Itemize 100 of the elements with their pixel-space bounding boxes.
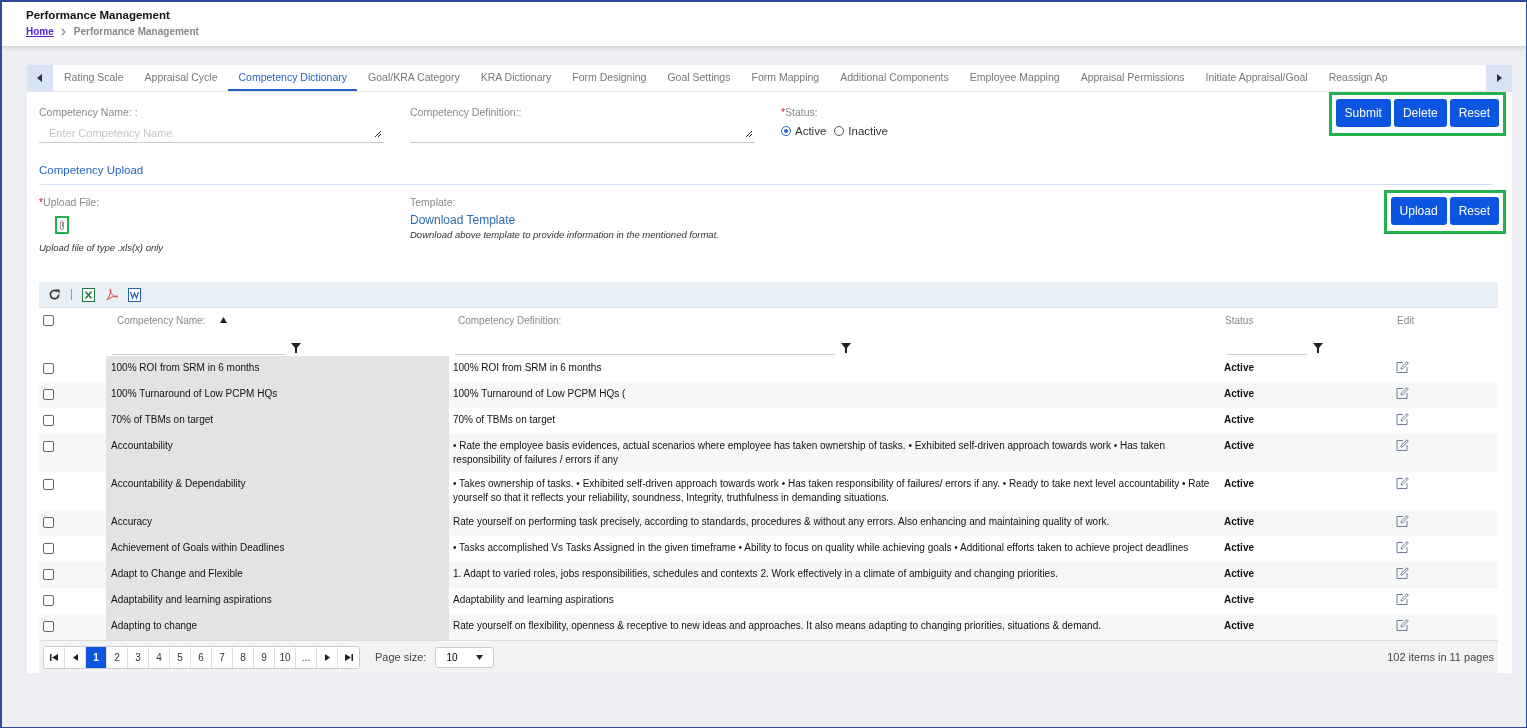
edit-icon[interactable] (1396, 567, 1409, 579)
edit-icon[interactable] (1396, 593, 1409, 605)
column-header[interactable]: Competency Name: (117, 314, 206, 326)
table-cell: 70% of TBMs on target (453, 414, 556, 425)
tab[interactable]: KRA Dictionary (469, 65, 562, 91)
field-label: Competency Name: : (39, 106, 139, 118)
field-label: Upload File: (43, 195, 100, 208)
action-button[interactable]: Submit (1335, 99, 1391, 127)
page-title: Performance Management (26, 9, 171, 21)
filter-icon[interactable] (291, 343, 301, 353)
row-checkbox[interactable] (43, 388, 54, 400)
edit-icon[interactable] (1396, 361, 1409, 373)
refresh-icon[interactable] (48, 288, 61, 301)
required-mark: * (781, 106, 786, 118)
column-header[interactable]: Competency Definition: (458, 314, 562, 326)
left-triangle-icon[interactable] (72, 653, 78, 661)
tab[interactable]: Appraisal Permissions (1069, 65, 1195, 91)
input-field[interactable]: Enter Competency Name. (39, 124, 384, 143)
tab[interactable]: Competency Dictionary (227, 65, 358, 91)
left-triangle-icon[interactable] (37, 74, 43, 82)
download-link[interactable]: Download Template (410, 212, 719, 227)
tab[interactable]: Form Designing (561, 65, 657, 91)
row-checkbox[interactable] (43, 478, 54, 490)
row-checkbox[interactable] (43, 362, 54, 374)
action-button[interactable]: Delete (1393, 99, 1447, 127)
page-button[interactable]: 1 (86, 646, 107, 668)
required-mark: * (39, 195, 44, 208)
row-checkbox[interactable] (43, 542, 54, 554)
right-triangle-icon[interactable] (1496, 74, 1502, 82)
tab[interactable]: Appraisal Cycle (133, 65, 228, 91)
table-cell: Adaptability and learning aspirations (453, 594, 614, 605)
document-icon[interactable] (128, 287, 141, 302)
action-button[interactable]: Reset (1449, 99, 1499, 127)
row-checkbox[interactable] (43, 620, 54, 632)
action-button[interactable]: Upload (1390, 196, 1447, 225)
pdf-icon[interactable] (105, 287, 118, 302)
tab[interactable]: Goal/KRA Category (357, 65, 470, 91)
first-page-icon[interactable] (50, 653, 58, 661)
last-page-icon[interactable] (344, 653, 353, 661)
section-title: Competency Upload (39, 163, 1493, 185)
column-header[interactable]: Status (1225, 314, 1254, 326)
tab[interactable]: Reassign Ap (1317, 65, 1398, 91)
edit-icon[interactable] (1396, 439, 1409, 451)
tab[interactable]: Additional Components (829, 65, 959, 91)
table-cell: Active (1224, 568, 1254, 579)
table-cell: Rate yourself on flexibility, openness & receptive to new ideas and approaches. It also means adapting to changing priorities, situations & demand. (453, 620, 1101, 631)
row-checkbox[interactable] (43, 568, 54, 580)
filter-icon[interactable] (1313, 343, 1323, 353)
right-triangle-icon[interactable] (324, 653, 330, 661)
chevron-icon (60, 27, 67, 36)
filter-icon[interactable] (841, 343, 851, 353)
table-cell: Adapt to Change and Flexible (111, 568, 243, 579)
radio-option[interactable]: Active (781, 125, 827, 137)
table-cell: 70% of TBMs on target (111, 414, 214, 425)
row-checkbox[interactable] (43, 594, 54, 606)
table-cell: 100% Turnaround of Low PCPM HQs (111, 388, 278, 399)
breadcrumb-current: Performance Management (73, 26, 199, 37)
edit-icon[interactable] (1396, 477, 1409, 489)
table-cell: 1. Adapt to varied roles, jobs responsibilities, schedules and contexts 2. Work effectively in a climate of ambiguity and changing priorities. (453, 568, 1058, 579)
table-cell: Active (1224, 388, 1254, 399)
table-cell: Accuracy (111, 516, 153, 527)
row-checkbox[interactable] (43, 414, 54, 426)
radio-option[interactable]: Inactive (834, 125, 888, 137)
page-size-label: Page size: (375, 651, 427, 663)
column-header[interactable]: Edit (1397, 314, 1415, 326)
tab[interactable]: Goal Settings (656, 65, 741, 91)
table-cell: Active (1224, 620, 1254, 631)
table-cell: Active (1224, 542, 1254, 553)
tab[interactable]: Form Mapping (740, 65, 830, 91)
page-size-dropdown[interactable]: 10 (435, 646, 495, 668)
tab[interactable]: Rating Scale (53, 65, 134, 91)
table-cell: Active (1224, 440, 1254, 451)
table-cell: • Takes ownership of tasks. • Exhibited self-driven approach towards work • Has taken responsibility of failures/ errors if any. • Ready to take next level accountability • Rate yourself so that it reflects your reliability, soundness, Integrity, truthfulness in demanding situations. (453, 478, 1210, 503)
sort-ascending-icon[interactable] (220, 317, 228, 323)
edit-icon[interactable] (1396, 387, 1409, 399)
row-checkbox[interactable] (43, 440, 54, 452)
breadcrumb-link[interactable]: Home (26, 26, 54, 37)
spreadsheet-icon[interactable] (82, 287, 95, 302)
edit-icon[interactable] (1396, 515, 1409, 527)
tab[interactable]: Employee Mapping (958, 65, 1070, 91)
row-checkbox[interactable] (43, 516, 54, 528)
resize-handle-icon[interactable] (374, 129, 382, 138)
action-button[interactable]: Reset (1449, 196, 1499, 225)
edit-icon[interactable] (1396, 619, 1409, 631)
scroll-left-button[interactable] (27, 65, 53, 91)
table-cell: • Tasks accomplished Vs Tasks Assigned in the given timeframe • Ability to focus on quality while achieving goals • Additional efforts taken to achieve project deadlines (453, 542, 1189, 553)
field-label: Template: (410, 195, 457, 208)
table-cell: Active (1224, 516, 1254, 527)
scroll-right-button[interactable] (1486, 65, 1512, 91)
first-page-button[interactable] (44, 646, 65, 668)
table-cell: Rate yourself on performing task precisely, according to standards, procedures & without any errors. Also enhancing and maintaining quality of work. (453, 516, 1110, 527)
resize-handle-icon[interactable] (745, 129, 753, 138)
tab[interactable]: Initiate Appraisal/Goal (1194, 65, 1318, 91)
edit-icon[interactable] (1396, 541, 1409, 553)
table-cell: Accountability & Dependability (111, 478, 246, 489)
edit-icon[interactable] (1396, 413, 1409, 425)
table-cell: Accountability (111, 440, 173, 451)
caret-icon[interactable] (476, 654, 484, 660)
field-label: Status: (785, 106, 818, 118)
select-all-checkbox[interactable] (43, 314, 54, 326)
